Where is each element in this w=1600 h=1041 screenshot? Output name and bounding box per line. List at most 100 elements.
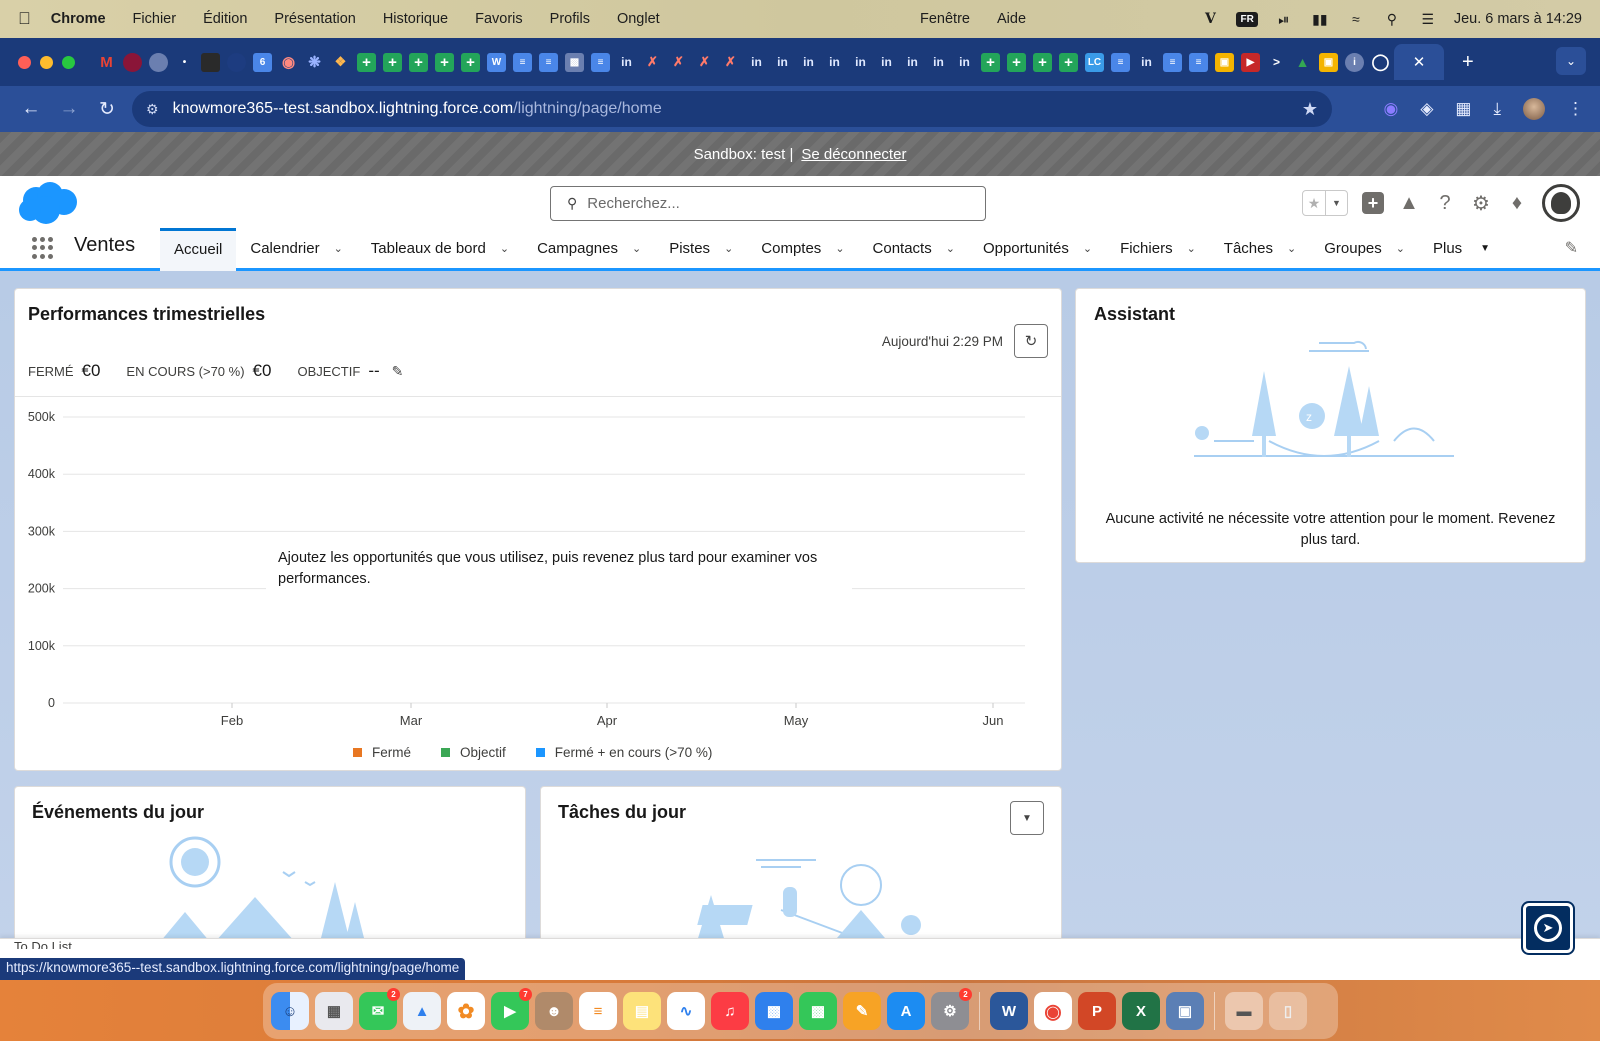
global-search-input[interactable]: ⚲ Recherchez... — [550, 186, 986, 221]
tab-sheets-icon[interactable]: + — [1033, 52, 1052, 72]
tab-globe-icon[interactable] — [149, 52, 168, 72]
help-icon[interactable]: ? — [1434, 192, 1456, 214]
bookmark-star-icon[interactable]: ★ — [1302, 99, 1318, 120]
legend-item[interactable]: Objectif — [441, 745, 506, 760]
minimized-window-icon[interactable]: ▬ — [1225, 992, 1263, 1030]
excel-icon[interactable]: X — [1122, 992, 1160, 1030]
chevron-down-icon[interactable]: ⌄ — [946, 242, 955, 255]
favorites-caret-icon[interactable]: ▼ — [1325, 191, 1347, 215]
chrome-menu-icon[interactable]: ⋮ — [1567, 99, 1584, 119]
keynote-icon[interactable]: ▩ — [755, 992, 793, 1030]
nav-tab-pistes[interactable]: Pistes ⌄ — [655, 228, 747, 268]
tab-docs-icon[interactable]: ≡ — [1189, 52, 1208, 72]
todo-list-tab[interactable]: To Do List — [14, 939, 72, 949]
tab-linkedin-icon[interactable]: in — [1137, 52, 1156, 72]
einstein-assistant-button[interactable]: ➤ — [1523, 903, 1573, 953]
maps-icon[interactable]: ▲ — [403, 992, 441, 1030]
chevron-down-icon[interactable]: ⌄ — [724, 242, 733, 255]
back-arrow-icon[interactable]: ← — [14, 98, 48, 120]
chevron-down-icon[interactable]: ⌄ — [1287, 242, 1296, 255]
menu-edition[interactable]: Édition — [203, 11, 247, 27]
apple-menu-icon[interactable]:  — [18, 9, 31, 29]
tab-slides-icon[interactable]: ▣ — [1319, 52, 1338, 72]
legend-item[interactable]: Fermé + en cours (>70 %) — [535, 745, 712, 760]
tab-docs-icon[interactable]: ≡ — [513, 52, 532, 72]
extension-icon[interactable]: ◈ — [1420, 99, 1433, 119]
tasks-filter-dropdown[interactable]: ▼ — [1010, 801, 1044, 835]
trash-icon[interactable]: ▯ — [1269, 992, 1307, 1030]
tab-sheets-icon[interactable]: + — [1059, 52, 1078, 72]
tab-asterisk-icon[interactable]: ❋ — [305, 53, 324, 72]
tab-docs-icon[interactable]: ≡ — [539, 52, 558, 72]
reload-icon[interactable]: ↻ — [90, 98, 124, 121]
tab-muted-icon[interactable]: ✗ — [669, 53, 688, 72]
nav-more-menu[interactable]: Plus ▼ — [1419, 228, 1504, 268]
favorites-control[interactable]: ★ ▼ — [1302, 190, 1348, 216]
reminders-icon[interactable]: ≡ — [579, 992, 617, 1030]
extensions-puzzle-icon[interactable]: ▦ — [1455, 99, 1471, 119]
tab-sheets-icon[interactable]: + — [383, 52, 402, 72]
tab-docs-icon[interactable]: ≡ — [591, 52, 610, 72]
tab-info-icon[interactable]: i — [1345, 52, 1364, 72]
app-store-icon[interactable]: A — [887, 992, 925, 1030]
extension-icon[interactable]: ◉ — [1384, 99, 1399, 119]
menu-fichier[interactable]: Fichier — [133, 11, 177, 27]
nav-tab-fichiers[interactable]: Fichiers ⌄ — [1106, 228, 1210, 268]
word-icon[interactable]: W — [990, 992, 1028, 1030]
menu-historique[interactable]: Historique — [383, 11, 448, 27]
tab-sheets-icon[interactable]: + — [981, 52, 1000, 72]
menu-fenetre[interactable]: Fenêtre — [920, 11, 970, 27]
play-icon[interactable]: ⏯ — [1274, 11, 1294, 27]
tab-linkedin-icon[interactable]: in — [747, 52, 766, 72]
trailhead-icon[interactable]: ▲ — [1398, 192, 1420, 214]
nav-tab-tâches[interactable]: Tâches ⌄ — [1210, 228, 1310, 268]
tab-muted-icon[interactable]: ✗ — [643, 53, 662, 72]
refresh-button[interactable]: ↻ — [1014, 324, 1048, 358]
close-window-button[interactable] — [18, 55, 31, 69]
tab-favicon[interactable]: ▶ — [1241, 52, 1260, 72]
tab-word-icon[interactable]: W — [487, 52, 506, 72]
tab-docs-icon[interactable]: ≡ — [1163, 52, 1182, 72]
tab-favicon[interactable]: ❖ — [331, 53, 350, 72]
tab-gmail-icon[interactable]: M — [97, 53, 116, 72]
tab-linkedin-icon[interactable]: in — [877, 52, 896, 72]
tab-linkedin-icon[interactable]: in — [929, 52, 948, 72]
tab-sheets-icon[interactable]: + — [409, 52, 428, 72]
tab-favicon[interactable] — [123, 52, 142, 72]
tab-docs-icon[interactable]: ≡ — [1111, 52, 1130, 72]
forward-arrow-icon[interactable]: → — [52, 98, 86, 120]
notes-icon[interactable]: ▤ — [623, 992, 661, 1030]
tab-muted-icon[interactable]: ✗ — [695, 53, 714, 72]
chevron-down-icon[interactable]: ⌄ — [632, 242, 641, 255]
nav-tab-campagnes[interactable]: Campagnes ⌄ — [523, 228, 655, 268]
menu-favoris[interactable]: Favoris — [475, 11, 523, 27]
tab-search-chevron-icon[interactable]: ⌄ — [1556, 47, 1586, 75]
input-source-badge[interactable]: FR — [1236, 11, 1258, 27]
favorites-star-icon[interactable]: ★ — [1303, 191, 1325, 215]
tab-linkedin-icon[interactable]: in — [825, 52, 844, 72]
zoom-window-button[interactable] — [62, 55, 75, 69]
global-actions-plus-icon[interactable]: + — [1362, 192, 1384, 214]
tab-sheets-icon[interactable]: + — [461, 52, 480, 72]
nav-tab-tableaux-de-bord[interactable]: Tableaux de bord ⌄ — [357, 228, 523, 268]
photos-icon[interactable]: ✿ — [447, 992, 485, 1030]
music-icon[interactable]: ♫ — [711, 992, 749, 1030]
profile-avatar[interactable] — [1523, 98, 1545, 120]
tab-linkedin-icon[interactable]: in — [955, 52, 974, 72]
nav-tab-groupes[interactable]: Groupes ⌄ — [1310, 228, 1419, 268]
wifi-icon[interactable]: ≈ — [1346, 11, 1366, 27]
notifications-bell-icon[interactable]: ♦ — [1506, 192, 1528, 214]
site-info-icon[interactable]: ⚙ — [146, 101, 159, 118]
messages-icon[interactable]: ✉ 2 — [359, 988, 400, 1030]
tab-favicon[interactable]: > — [1267, 53, 1286, 72]
freeform-icon[interactable]: ∿ — [667, 992, 705, 1030]
powerpoint-icon[interactable]: P — [1078, 992, 1116, 1030]
vectorworks-icon[interactable]: V — [1200, 11, 1220, 27]
tab-sheets-icon[interactable]: + — [1007, 52, 1026, 72]
nav-tab-calendrier[interactable]: Calendrier ⌄ — [236, 228, 356, 268]
pages-icon[interactable]: ✎ — [843, 992, 881, 1030]
setup-gear-icon[interactable]: ⚙ — [1470, 192, 1492, 215]
tab-calendar-icon[interactable]: 6 — [253, 52, 272, 72]
preview-icon[interactable]: ▣ — [1166, 992, 1204, 1030]
chevron-down-icon[interactable]: ⌄ — [1083, 242, 1092, 255]
